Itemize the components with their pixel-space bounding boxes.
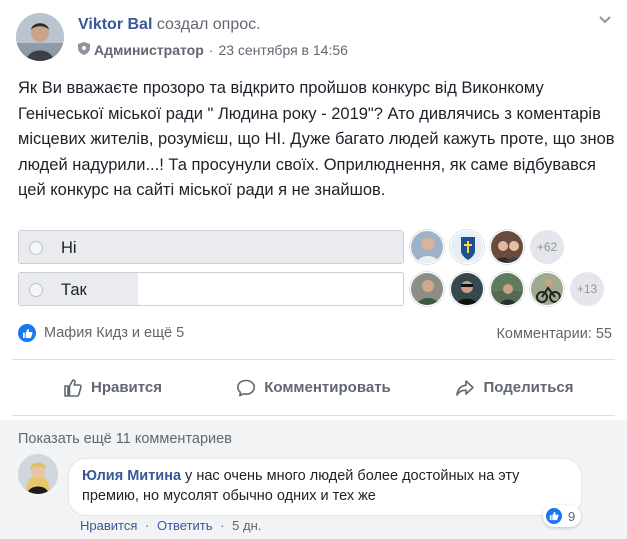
like-reaction-icon — [18, 324, 36, 342]
post-action-bar: Нравится Комментировать Поделиться — [12, 359, 615, 416]
voter-avatar[interactable] — [490, 230, 524, 264]
voter-avatar[interactable] — [530, 272, 564, 306]
more-voters-count[interactable]: +62 — [530, 230, 564, 264]
post-header: Viktor Bal создал опрос. — [78, 16, 261, 34]
post-action-text: создал опрос. — [156, 16, 261, 33]
comment-reaction-count: 9 — [568, 508, 576, 524]
author-role[interactable]: Администратор — [94, 42, 204, 58]
like-reaction-icon — [546, 508, 562, 524]
share-button-label: Поделиться — [483, 379, 574, 396]
like-button-label: Нравится — [90, 379, 163, 396]
likes-text: Мафия Кидз и ещё 5 — [44, 325, 185, 341]
commenter-avatar[interactable] — [18, 454, 58, 494]
voter-avatar[interactable] — [490, 272, 524, 306]
post-options-chevron-icon[interactable] — [597, 12, 613, 28]
poll-voters: +62 — [410, 230, 564, 264]
comment-reply-link[interactable]: Ответить — [157, 518, 213, 533]
like-button[interactable]: Нравится — [12, 360, 213, 415]
comment-age[interactable]: 5 дн. — [232, 518, 261, 533]
comment-author[interactable]: Юлия Митина — [82, 468, 181, 484]
meta-separator: · — [208, 42, 214, 58]
comments-count[interactable]: Комментарии: 55 — [496, 326, 612, 342]
post-stats: Мафия Кидз и ещё 5 Комментарии: 55 — [18, 324, 612, 348]
comment-reactions[interactable]: 9 — [543, 505, 582, 527]
share-button[interactable]: Поделиться — [414, 360, 615, 415]
poll-radio[interactable] — [29, 283, 43, 297]
author-name[interactable]: Viktor Bal — [78, 16, 152, 33]
comment-action-separator: · — [145, 518, 150, 533]
share-arrow-icon — [456, 379, 475, 396]
more-voters-count[interactable]: +13 — [570, 272, 604, 306]
poll-option-bar — [19, 231, 403, 263]
voter-avatar[interactable] — [410, 272, 444, 306]
voter-avatar[interactable] — [410, 230, 444, 264]
comment-action-separator: · — [220, 518, 225, 533]
voter-avatar[interactable] — [450, 272, 484, 306]
poll-voters: +13 — [410, 272, 604, 306]
post-timestamp[interactable]: 23 сентября в 14:56 — [218, 42, 347, 58]
author-avatar[interactable] — [16, 13, 64, 61]
poll-option-tak[interactable]: Так — [18, 272, 404, 306]
post-card: Viktor Bal создал опрос. Администратор ·… — [0, 0, 627, 420]
poll-option-label: Ні — [61, 239, 77, 257]
voter-avatar[interactable] — [450, 230, 484, 264]
comment-actions: Нравится · Ответить · 5 дн. — [80, 518, 261, 533]
comment-button-label: Комментировать — [264, 379, 391, 396]
comment-button[interactable]: Комментировать — [213, 360, 414, 415]
poll-option-ni[interactable]: Ні — [18, 230, 404, 264]
comment-bubble: Юлия Митина у нас очень много людей более… — [68, 458, 582, 516]
likes-summary[interactable]: Мафия Кидз и ещё 5 — [18, 324, 184, 342]
comment-icon — [237, 379, 256, 396]
admin-badge-icon — [78, 42, 90, 58]
post-meta: Администратор · 23 сентября в 14:56 — [78, 42, 348, 58]
comment-like-link[interactable]: Нравится — [80, 518, 137, 533]
poll-option-label: Так — [61, 281, 87, 299]
show-more-comments-link[interactable]: Показать ещё 11 комментариев — [18, 431, 232, 447]
comments-section: Показать ещё 11 комментариев Юлия Митина… — [0, 420, 627, 539]
post-text: Як Ви вважаєте прозоро та відкрито пройш… — [18, 79, 615, 199]
thumbs-up-icon — [64, 378, 82, 397]
poll-radio[interactable] — [29, 241, 43, 255]
